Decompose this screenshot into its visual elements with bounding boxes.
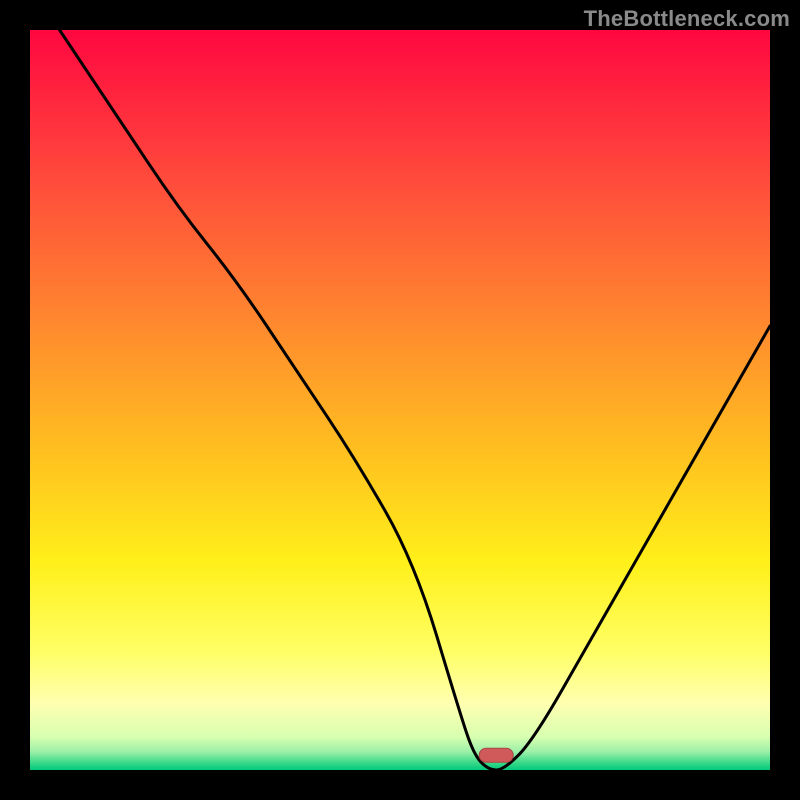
chart-svg bbox=[0, 0, 800, 800]
plot-background bbox=[30, 30, 770, 770]
watermark-text: TheBottleneck.com bbox=[584, 6, 790, 32]
optimal-marker bbox=[479, 748, 513, 762]
bottleneck-chart: TheBottleneck.com bbox=[0, 0, 800, 800]
